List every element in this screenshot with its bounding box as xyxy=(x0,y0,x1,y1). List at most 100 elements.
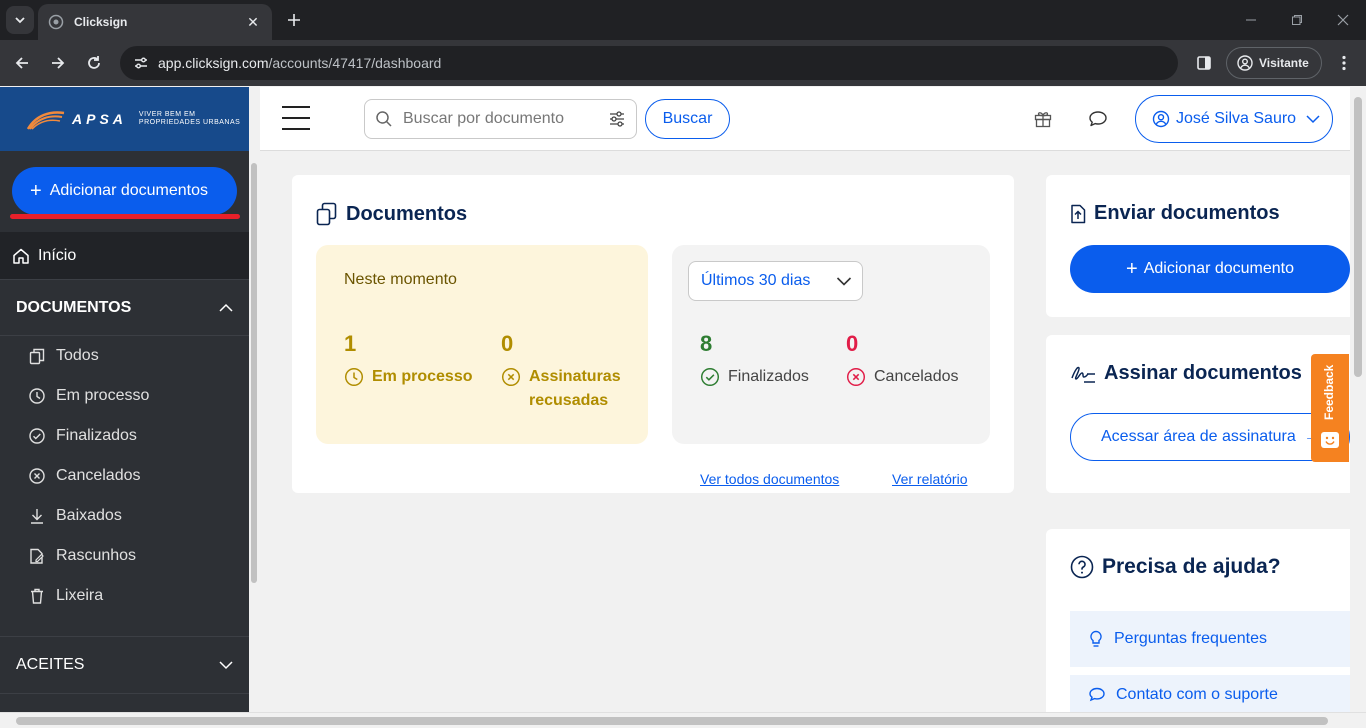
plus-icon xyxy=(288,14,300,26)
chat-button[interactable] xyxy=(1086,107,1110,131)
logo-word: APSA xyxy=(72,111,127,127)
in-process-link[interactable]: Em processo xyxy=(344,365,472,389)
sidebar-item-baixados[interactable]: Baixados xyxy=(28,496,122,536)
sidebar-item-label: Cancelados xyxy=(56,467,141,484)
question-circle-icon xyxy=(1070,555,1094,579)
rejected-count[interactable]: 0 xyxy=(501,331,513,357)
close-icon xyxy=(1337,14,1349,26)
forward-button[interactable] xyxy=(44,49,72,77)
canceled-count[interactable]: 0 xyxy=(846,331,858,357)
minimize-button[interactable] xyxy=(1228,0,1274,40)
stat-label-line1: Assinaturas xyxy=(529,368,621,385)
view-all-documents-link[interactable]: Ver todos documentos xyxy=(700,471,839,487)
chevron-down-icon xyxy=(836,277,852,286)
finished-count[interactable]: 8 xyxy=(700,331,712,357)
feedback-label: Feedback xyxy=(1322,364,1336,420)
sidebar-item-lixeira[interactable]: Lixeira xyxy=(28,576,103,616)
menu-toggle-button[interactable] xyxy=(282,106,310,130)
brand-logo[interactable]: APSA VIVER BEM EM PROPRIEDADES URBANAS xyxy=(0,87,249,151)
stat-label: Assinaturas recusadas xyxy=(529,365,621,413)
back-button[interactable] xyxy=(8,49,36,77)
search-button[interactable]: Buscar xyxy=(645,99,730,139)
logo-tagline-line1: VIVER BEM EM xyxy=(138,111,196,118)
download-icon xyxy=(31,509,43,524)
filter-sliders-icon[interactable] xyxy=(608,110,626,128)
more-vertical-icon xyxy=(1342,55,1346,71)
chevron-up-icon xyxy=(219,303,233,312)
page-scrollbar[interactable] xyxy=(1350,87,1366,712)
title-text: Documentos xyxy=(346,202,468,225)
scrollbar-thumb[interactable] xyxy=(251,163,257,583)
sidebar-section-aceites[interactable]: ACEITES xyxy=(0,636,249,694)
tab-search-button[interactable] xyxy=(6,6,34,34)
signature-area-button[interactable]: Acessar área de assinatura → xyxy=(1070,413,1350,461)
view-report-link[interactable]: Ver relatório xyxy=(892,471,967,487)
help-card-title: Precisa de ajuda? xyxy=(1070,555,1281,579)
horizontal-scrollbar[interactable] xyxy=(0,712,1366,728)
restore-button[interactable] xyxy=(1274,0,1320,40)
rejected-signatures-link[interactable]: Assinaturas recusadas xyxy=(501,365,621,413)
faq-link[interactable]: Perguntas frequentes xyxy=(1070,611,1350,667)
check-circle-icon xyxy=(29,428,45,444)
sidebar-item-em-processo[interactable]: Em processo xyxy=(28,376,149,416)
close-window-button[interactable] xyxy=(1320,0,1366,40)
sidebar-section-documentos[interactable]: DOCUMENTOS xyxy=(0,280,249,336)
url-path: /accounts/47417/dashboard xyxy=(268,55,442,71)
sign-card-title: Assinar documentos xyxy=(1070,362,1302,385)
tab-close-icon[interactable]: ✕ xyxy=(244,14,262,31)
highlight-underline xyxy=(10,214,240,219)
button-label: Acessar área de assinatura xyxy=(1101,428,1296,445)
title-text: Precisa de ajuda? xyxy=(1102,555,1281,578)
support-contact-link[interactable]: Contato com o suporte xyxy=(1070,675,1350,715)
logo-tagline: VIVER BEM EM PROPRIEDADES URBANAS xyxy=(139,111,240,127)
plus-icon: + xyxy=(30,179,42,202)
sidebar-item-finalizados[interactable]: Finalizados xyxy=(28,416,137,456)
favicon-icon xyxy=(48,14,64,30)
add-document-button[interactable]: + Adicionar documento xyxy=(1070,245,1350,293)
chevron-down-icon xyxy=(219,661,233,670)
in-process-count[interactable]: 1 xyxy=(344,331,356,357)
scrollbar-thumb[interactable] xyxy=(1354,97,1362,377)
sidebar-item-label: Em processo xyxy=(56,387,150,404)
site-settings-icon[interactable] xyxy=(130,52,152,74)
x-circle-icon xyxy=(29,468,45,484)
browser-tab[interactable]: Clicksign ✕ xyxy=(38,4,272,40)
url-text: app.clicksign.com/accounts/47417/dashboa… xyxy=(158,55,441,71)
user-menu-button[interactable]: José Silva Sauro xyxy=(1135,95,1333,143)
new-tab-button[interactable] xyxy=(282,8,306,32)
sidebar-item-label: Rascunhos xyxy=(56,547,137,564)
button-label: Adicionar documento xyxy=(1143,260,1294,277)
side-panel-button[interactable] xyxy=(1190,49,1218,77)
help-card: Precisa de ajuda? Perguntas frequentes C… xyxy=(1046,529,1350,715)
help-item-label: Perguntas frequentes xyxy=(1114,630,1267,647)
reload-button[interactable] xyxy=(80,49,108,77)
stat-label: Em processo xyxy=(372,368,473,385)
sidebar-item-rascunhos[interactable]: Rascunhos xyxy=(28,536,136,576)
sidebar-scrollbar[interactable] xyxy=(249,151,260,712)
finished-link[interactable]: Finalizados xyxy=(700,365,809,389)
sidebar-item-todos[interactable]: Todos xyxy=(28,336,99,376)
gift-button[interactable] xyxy=(1031,107,1055,131)
search-input[interactable] xyxy=(403,110,608,128)
signature-icon xyxy=(1071,366,1095,383)
profile-button[interactable]: Visitante xyxy=(1226,47,1322,79)
feedback-tab[interactable]: Feedback xyxy=(1311,354,1349,462)
user-circle-icon xyxy=(1152,110,1170,128)
period-status-panel: Últimos 30 dias 8 Finalizados 0 Cancelad… xyxy=(672,245,990,444)
canceled-link[interactable]: Cancelados xyxy=(846,365,959,389)
sidebar-item-cancelados[interactable]: Cancelados xyxy=(28,456,141,496)
sidebar-item-label: Lixeira xyxy=(56,587,104,604)
add-documents-button[interactable]: + Adicionar documentos xyxy=(12,167,237,215)
documents-card-title: Documentos xyxy=(316,202,467,226)
address-bar[interactable]: app.clicksign.com/accounts/47417/dashboa… xyxy=(120,46,1178,80)
documents-card: Documentos Neste momento 1 Em processo 0… xyxy=(292,175,1014,493)
browser-menu-button[interactable] xyxy=(1330,49,1358,77)
arrow-right-icon xyxy=(52,57,65,69)
panel-label: Neste momento xyxy=(344,271,457,288)
period-select[interactable]: Últimos 30 dias xyxy=(688,261,863,301)
scrollbar-thumb[interactable] xyxy=(16,717,1328,725)
reload-icon xyxy=(88,56,100,69)
sidebar-item-inicio[interactable]: Início xyxy=(0,232,249,280)
search-box[interactable] xyxy=(364,99,637,139)
browser-tabstrip: Clicksign ✕ xyxy=(0,0,1366,40)
